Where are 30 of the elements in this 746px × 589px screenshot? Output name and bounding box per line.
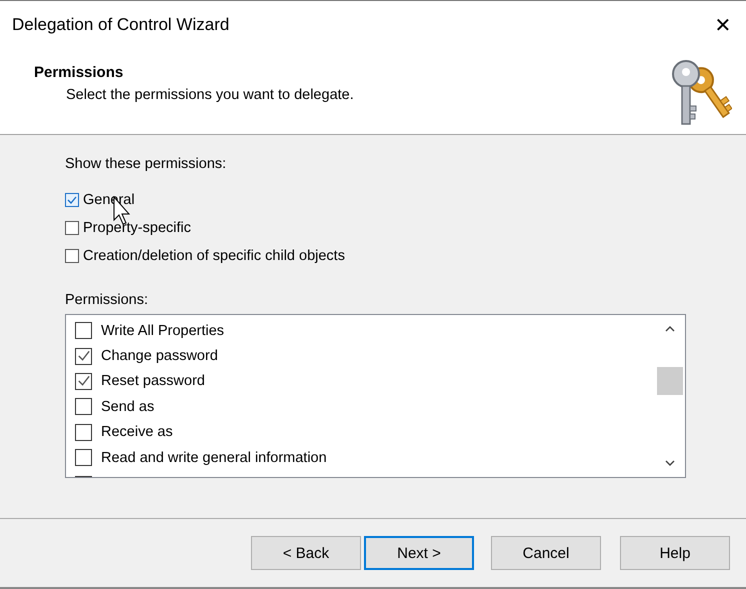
permission-item[interactable]: Send as bbox=[75, 394, 657, 420]
permission-item[interactable]: Change password bbox=[75, 343, 657, 369]
page-title: Permissions bbox=[34, 64, 124, 81]
filter-checkbox[interactable]: Property-specific bbox=[65, 220, 746, 236]
checkbox[interactable] bbox=[75, 348, 92, 365]
checkbox[interactable] bbox=[65, 249, 79, 263]
permissions-label: Permissions: bbox=[65, 292, 149, 308]
scroll-up-icon[interactable] bbox=[665, 325, 675, 332]
wizard-button[interactable]: Next > bbox=[364, 536, 474, 570]
filter-checkbox[interactable]: Creation/deletion of specific child objects bbox=[65, 248, 746, 264]
page-subtitle: Select the permissions you want to delegate. bbox=[66, 87, 354, 103]
checkbox[interactable] bbox=[75, 398, 92, 416]
wizard-button[interactable]: < Back bbox=[251, 536, 361, 570]
wizard-button[interactable]: Help bbox=[620, 536, 730, 570]
checkbox[interactable] bbox=[65, 193, 79, 207]
scroll-down-icon[interactable] bbox=[665, 460, 675, 467]
checkbox[interactable] bbox=[65, 221, 79, 235]
filter-label: Show these permissions: bbox=[65, 156, 228, 172]
wizard-button[interactable]: Cancel bbox=[491, 536, 601, 570]
permission-item[interactable]: Receive as bbox=[75, 420, 657, 445]
checkbox[interactable] bbox=[75, 322, 92, 340]
checkbox[interactable] bbox=[75, 424, 92, 441]
close-button[interactable]: ✕ bbox=[700, 2, 746, 48]
window-title: Delegation of Control Wizard bbox=[12, 14, 230, 34]
checkbox[interactable] bbox=[75, 449, 92, 466]
permission-item[interactable]: Read and write general information bbox=[75, 444, 657, 470]
permission-item[interactable]: Write All Properties bbox=[75, 318, 657, 344]
scroll-thumb[interactable] bbox=[657, 367, 683, 395]
checkbox[interactable] bbox=[75, 372, 92, 390]
permission-item[interactable]: Reset password bbox=[75, 368, 657, 394]
